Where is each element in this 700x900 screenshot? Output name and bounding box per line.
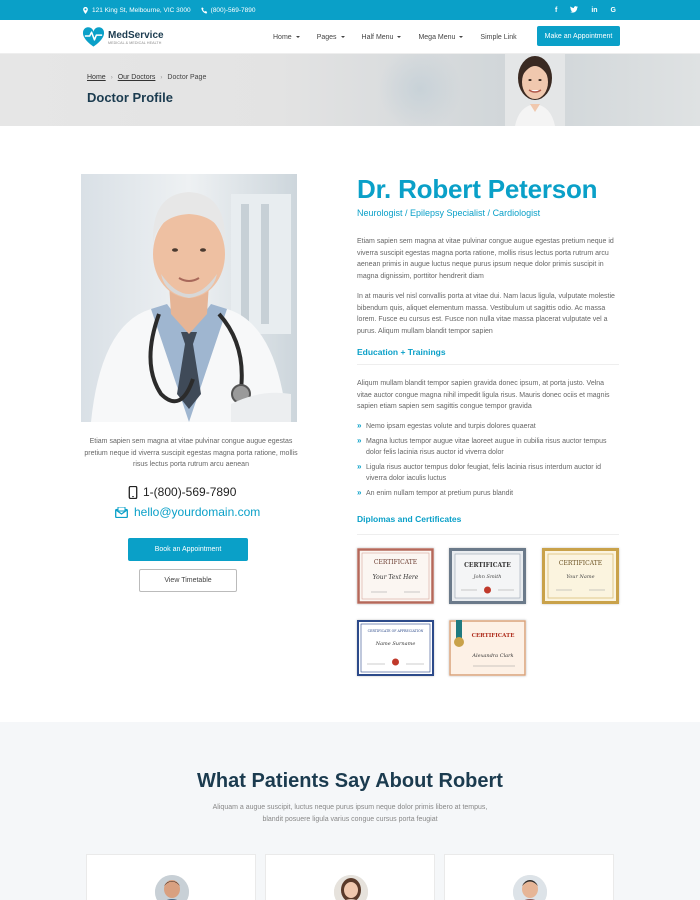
testimonial-card <box>444 854 614 900</box>
top-bar: 121 King St, Melbourne, VIC 3000 (800)-5… <box>0 0 700 20</box>
avatar <box>155 875 189 900</box>
doctor-phone-text: 1-(800)-569-7890 <box>143 485 237 499</box>
education-list: Nemo ipsam egestas volute and turpis dol… <box>357 420 619 503</box>
doctor-photo <box>81 174 297 422</box>
mobile-phone-icon <box>128 485 138 499</box>
certificate-1[interactable]: CERTIFICATE Your Text Here <box>357 548 434 604</box>
nav-simple-link-label: Simple Link <box>480 33 517 41</box>
certificate-4[interactable]: CERTIFICATE OF APPRECIATION Name Surname <box>357 620 434 676</box>
certificate-heading: CERTIFICATE <box>472 633 515 639</box>
make-appointment-button[interactable]: Make an Appointment <box>537 26 620 46</box>
logo-name: MedService <box>108 29 164 41</box>
doctor-specialties: Neurologist / Epilepsy Specialist / Card… <box>357 208 541 218</box>
list-item: Nemo ipsam egestas volute and turpis dol… <box>357 420 619 432</box>
testimonial-card <box>86 854 256 900</box>
certificate-heading: CERTIFICATE <box>374 559 417 566</box>
avatar <box>513 875 547 900</box>
testimonials-title: What Patients Say About Robert <box>197 770 503 792</box>
breadcrumb: Home › Our Doctors › Doctor Page <box>87 74 206 81</box>
top-phone-text: (800)-569-7890 <box>210 6 256 14</box>
caret-down-icon <box>459 36 464 38</box>
nav-pages[interactable]: Pages <box>317 34 345 41</box>
facebook-icon[interactable]: f <box>555 7 557 14</box>
breadcrumb-our-doctors[interactable]: Our Doctors <box>118 74 156 81</box>
map-pin-icon <box>83 6 88 14</box>
certificate-heading: CERTIFICATE <box>464 562 511 569</box>
nav-mega-menu[interactable]: Mega Menu <box>418 33 464 41</box>
divider <box>357 364 619 365</box>
nav-half-menu-label: Half Menu <box>361 33 394 41</box>
phone-item[interactable]: (800)-569-7890 <box>201 6 256 14</box>
google-icon[interactable]: G <box>611 7 616 14</box>
divider <box>357 534 619 535</box>
social-links: f in G <box>555 0 616 20</box>
address-text: 121 King St, Melbourne, VIC 3000 <box>92 6 191 14</box>
nav-pages-label: Pages <box>316 33 337 41</box>
certificate-signature: John Smith <box>472 574 501 580</box>
doctor-bio: Etiam sapien sem magna at vitae pulvinar… <box>84 438 298 468</box>
nav-home[interactable]: Home <box>273 34 300 41</box>
twitter-icon[interactable] <box>570 5 579 15</box>
nav-simple-link[interactable]: Simple Link <box>480 34 516 41</box>
diplomas-heading: Diplomas and Certificates <box>357 514 462 524</box>
view-timetable-button[interactable]: View Timetable <box>139 569 237 592</box>
certificate-signature: Your Text Here <box>373 574 419 581</box>
book-appointment-button[interactable]: Book an Appointment <box>128 538 248 561</box>
caret-down-icon <box>340 36 345 38</box>
logo-tagline: MEDICAL & MEDICAL HEALTH <box>108 40 162 45</box>
education-text: Aliqum mullam blandit tempor sapien grav… <box>357 380 610 410</box>
phone-icon <box>201 6 207 14</box>
background-blur <box>380 54 460 126</box>
page-header: Home › Our Doctors › Doctor Page Doctor … <box>0 54 700 126</box>
testimonial-card <box>265 854 435 900</box>
main-header: MedService MEDICAL & MEDICAL HEALTH Home… <box>0 20 700 54</box>
certificate-signature: Alexandra Clark <box>471 653 513 659</box>
address-item: 121 King St, Melbourne, VIC 3000 <box>82 6 191 14</box>
list-item: An enim nullam tempor at pretium purus b… <box>357 487 619 499</box>
breadcrumb-home[interactable]: Home <box>87 74 106 81</box>
logo[interactable]: MedService MEDICAL & MEDICAL HEALTH <box>82 26 164 48</box>
certificate-heading: CERTIFICATE <box>559 560 602 567</box>
caret-down-icon <box>397 36 402 38</box>
nav-home-label: Home <box>273 33 292 41</box>
list-item: Ligula risus auctor tempus dolor feugiat… <box>357 461 619 484</box>
doctor-description-2: In at mauris vel nisl convallis porta at… <box>357 293 615 335</box>
breadcrumb-separator: › <box>160 74 163 81</box>
nav-mega-menu-label: Mega Menu <box>418 33 456 41</box>
testimonials-subtitle: Aliquam a augue suscipit, luctus neque p… <box>212 804 488 823</box>
doctor-description-1: Etiam sapien sem magna at vitae pulvinar… <box>357 238 614 280</box>
linkedin-icon[interactable]: in <box>591 7 597 14</box>
heart-pulse-logo-icon <box>82 27 105 47</box>
certificate-signature: Your Name <box>566 574 594 580</box>
breadcrumb-current: Doctor Page <box>167 74 207 81</box>
certificate-2[interactable]: CERTIFICATE John Smith <box>449 548 526 604</box>
nav-half-menu[interactable]: Half Menu <box>362 34 402 41</box>
list-item: Magna luctus tempor augue vitae laoreet … <box>357 435 619 458</box>
page-title: Doctor Profile <box>87 90 173 105</box>
top-contact: 121 King St, Melbourne, VIC 3000 (800)-5… <box>82 0 255 20</box>
main-nav: Home Pages Half Menu Mega Menu Simple Li… <box>273 20 534 54</box>
certificate-3[interactable]: CERTIFICATE Your Name <box>542 548 619 604</box>
education-heading: Education + Trainings <box>357 347 446 357</box>
certificate-heading: CERTIFICATE OF APPRECIATION <box>368 629 424 633</box>
envelope-icon <box>115 506 128 518</box>
certificate-5[interactable]: CERTIFICATE Alexandra Clark <box>449 620 526 676</box>
doctor-phone[interactable]: 1-(800)-569-7890 <box>128 485 236 499</box>
doctor-name: Dr. Robert Peterson <box>357 174 598 204</box>
certificate-signature: Name Surname <box>375 641 416 647</box>
doctor-email-text: hello@yourdomain.com <box>134 505 261 519</box>
doctor-email[interactable]: hello@yourdomain.com <box>115 505 260 519</box>
avatar <box>334 875 368 900</box>
caret-down-icon <box>295 36 300 38</box>
breadcrumb-separator: › <box>110 74 113 81</box>
nurse-photo <box>505 54 565 126</box>
